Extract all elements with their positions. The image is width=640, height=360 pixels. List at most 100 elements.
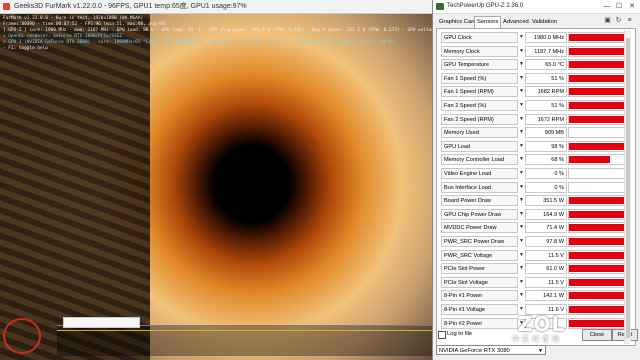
- sensor-graph-fill: [569, 251, 627, 259]
- sensor-dropdown-icon[interactable]: ▼: [519, 143, 524, 149]
- sensor-label: GPU Load: [441, 140, 518, 152]
- sensor-graph-fill: [569, 224, 627, 232]
- sensor-graph: [568, 113, 631, 125]
- sensor-dropdown-icon[interactable]: ▼: [519, 266, 524, 271]
- sensor-graph-fill: [569, 34, 627, 41]
- gpuz-title-bar[interactable]: TechPowerUp GPU-Z 2.36.0 — ☐ ✕: [433, 0, 640, 14]
- sensor-row: Bus Interface Load ▼ 0 %: [441, 181, 631, 194]
- sensor-graph: [568, 208, 631, 220]
- log-to-file-label: Log to file: [447, 331, 473, 337]
- sensor-label: PCIe Slot Voltage: [441, 276, 518, 288]
- sensor-dropdown-icon[interactable]: ▼: [519, 252, 524, 258]
- sensor-graph: [568, 249, 631, 261]
- hud-line: > GPU 1 (NVIDIA GeForce RTX 3080) - core…: [3, 40, 395, 45]
- sensor-dropdown-icon[interactable]: ▼: [519, 116, 524, 122]
- sensor-dropdown-icon[interactable]: ▼: [519, 211, 524, 217]
- sensor-dropdown-icon[interactable]: ▼: [519, 130, 524, 135]
- sensor-label: Fan 1 Speed (%): [441, 72, 518, 84]
- sensor-dropdown-icon[interactable]: ▼: [519, 157, 524, 162]
- screenshot-camera-icon[interactable]: ▣: [603, 16, 612, 25]
- sensor-dropdown-icon[interactable]: ▼: [519, 293, 524, 298]
- sensor-row: PCIe Slot Voltage ▼ 11.5 V: [441, 276, 631, 289]
- furmark-logo: [3, 318, 41, 354]
- hud-line: - F1: toggle help: [3, 46, 48, 51]
- sensor-row: GPU Chip Power Draw ▼ 164.9 W: [441, 208, 631, 221]
- minimize-button[interactable]: —: [601, 1, 613, 12]
- furmark-app-icon: [3, 3, 10, 10]
- close-button[interactable]: Close: [582, 329, 612, 341]
- sensor-graph-fill: [569, 278, 627, 286]
- sensor-dropdown-icon[interactable]: ▼: [519, 75, 524, 81]
- sensors-scrollbar[interactable]: [624, 30, 631, 344]
- sensor-dropdown-icon[interactable]: ▼: [519, 239, 524, 244]
- sensor-value: 0 %: [525, 181, 567, 193]
- furmark-hud: FurMark v1.22.0.0 - Burn-in test, 1920x1…: [3, 16, 432, 52]
- sensor-value: 98 %: [525, 140, 567, 152]
- gpu-select-dropdown[interactable]: NVIDIA GeForce RTX 3080 ▼: [436, 345, 546, 355]
- sensor-row: 8-Pin #1 Power ▼ 142.1 W: [441, 290, 631, 302]
- sensor-dropdown-icon[interactable]: ▼: [519, 62, 524, 67]
- temperature-graph-label: GPU 1: 65 °C (min: 30 °C - max: 66 °C): [63, 317, 140, 328]
- sensor-graph: [568, 304, 631, 315]
- sensor-graph: [568, 236, 631, 247]
- zol-watermark: ZOL: [518, 312, 566, 336]
- sensor-graph-fill: [569, 74, 624, 82]
- sensor-row: PWR_SRC Power Draw ▼ 97.8 W: [441, 236, 631, 248]
- sensor-graph-fill: [569, 61, 624, 69]
- sensor-dropdown-icon[interactable]: ▼: [519, 171, 524, 176]
- sensor-value: 51 %: [525, 100, 567, 111]
- temperature-graph-line: [57, 330, 432, 331]
- sensor-label: Fan 1 Speed (RPM): [441, 86, 518, 98]
- sensor-label: PWR_SRC Voltage: [441, 249, 518, 261]
- sensor-dropdown-icon[interactable]: ▼: [519, 103, 524, 108]
- gpuz-window-title: TechPowerUp GPU-Z 2.36.0: [447, 3, 524, 9]
- sensor-dropdown-icon[interactable]: ▼: [519, 35, 524, 40]
- furmark-title-bar[interactable]: Geeks3D FurMark v1.22.0.0 - 96FPS, GPU1 …: [0, 0, 432, 14]
- sensor-graph: [568, 86, 631, 98]
- sensor-row: Memory Used ▼ 909 MB: [441, 127, 631, 139]
- sensor-row: GPU Temperature ▼ 65.0 °C: [441, 59, 631, 71]
- gpuz-app-icon: [436, 3, 444, 10]
- sensors-panel: GPU Clock ▼ 1980.0 MHz Memory Clock ▼ 1187.7 …: [436, 28, 636, 346]
- sensor-label: GPU Chip Power Draw: [441, 208, 518, 220]
- sensor-row: Fan 1 Speed (RPM) ▼ 1682 RPM: [441, 86, 631, 98]
- sensor-graph: [568, 100, 631, 111]
- sensor-label: Memory Controller Load: [441, 154, 518, 166]
- sensor-graph-fill: [569, 306, 627, 313]
- menu-icon[interactable]: ≡: [625, 16, 634, 25]
- sensor-dropdown-icon[interactable]: ▼: [519, 225, 524, 230]
- close-window-button[interactable]: ✕: [626, 1, 638, 12]
- sensor-graph: [568, 195, 631, 207]
- sensor-graph: [568, 140, 631, 152]
- sensor-label: PCIe Slot Power: [441, 263, 518, 275]
- sensor-graph-fill: [569, 142, 629, 150]
- refresh-icon[interactable]: ↻: [614, 16, 623, 25]
- sensor-label: Video Engine Load: [441, 168, 518, 179]
- sensor-label: MVDDC Power Draw: [441, 222, 518, 234]
- sensor-row: Fan 2 Speed (RPM) ▼ 1672 RPM: [441, 113, 631, 126]
- sensor-row: Board Power Draw ▼ 351.5 W: [441, 195, 631, 207]
- sensor-row: MVDDC Power Draw ▼ 71.4 W: [441, 222, 631, 234]
- sensor-dropdown-icon[interactable]: ▼: [519, 279, 524, 285]
- sensor-graph: [568, 168, 631, 179]
- sensor-value: 909 MB: [525, 127, 567, 139]
- sensor-value: 61.0 W: [525, 263, 567, 275]
- sensor-graph-fill: [569, 88, 624, 96]
- sensor-label: GPU Temperature: [441, 59, 518, 71]
- sensor-label: Fan 2 Speed (%): [441, 100, 518, 111]
- sensor-dropdown-icon[interactable]: ▼: [519, 89, 524, 94]
- log-to-file-checkbox[interactable]: [438, 331, 446, 339]
- sensor-graph: [568, 32, 631, 43]
- sensor-graph-fill: [569, 102, 624, 109]
- sensor-dropdown-icon[interactable]: ▼: [519, 184, 524, 190]
- sensor-graph: [568, 127, 631, 139]
- scrollbar-thumb[interactable]: [626, 38, 630, 338]
- sensor-value: 11.5 V: [525, 249, 567, 261]
- sensor-dropdown-icon[interactable]: ▼: [519, 198, 524, 203]
- maximize-button[interactable]: ☐: [613, 1, 625, 12]
- gpuz-window: TechPowerUp GPU-Z 2.36.0 — ☐ ✕ Graphics …: [432, 0, 640, 360]
- sensor-graph-fill: [569, 47, 627, 55]
- sensor-label: Board Power Draw: [441, 195, 518, 207]
- sensor-label: 8-Pin #1 Voltage: [441, 304, 518, 315]
- sensor-dropdown-icon[interactable]: ▼: [519, 48, 524, 54]
